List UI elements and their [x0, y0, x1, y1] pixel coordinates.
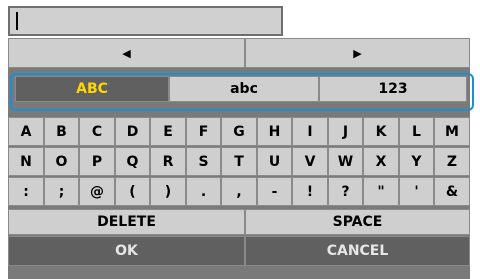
key-label: & — [445, 183, 459, 200]
key-label: , — [236, 183, 242, 200]
text-input-field[interactable] — [8, 6, 283, 36]
key-label: K — [375, 123, 387, 140]
key-0-2[interactable]: C — [79, 117, 115, 146]
key-label: Z — [446, 153, 458, 170]
key-label: ) — [164, 183, 172, 200]
left-arrow-button[interactable]: ◀ — [8, 38, 245, 68]
ok-button[interactable]: OK — [8, 236, 245, 266]
key-label: H — [268, 123, 281, 140]
key-0-8[interactable]: I — [292, 117, 328, 146]
key-label: ! — [306, 183, 314, 200]
cancel-label: CANCEL — [326, 243, 389, 259]
space-button[interactable]: SPACE — [245, 209, 470, 235]
ok-label: OK — [115, 243, 138, 259]
key-0-11[interactable]: L — [399, 117, 434, 146]
key-label: R — [162, 153, 174, 170]
key-label: ( — [129, 183, 136, 200]
key-1-10[interactable]: X — [363, 147, 399, 176]
key-1-9[interactable]: W — [328, 147, 363, 176]
key-label: ' — [414, 183, 419, 200]
key-1-0[interactable]: N — [8, 147, 44, 176]
key-2-7[interactable]: - — [257, 177, 292, 206]
key-label: G — [233, 123, 245, 140]
key-label: A — [20, 123, 32, 140]
key-0-1[interactable]: B — [44, 117, 79, 146]
key-label: N — [20, 153, 32, 170]
key-label: T — [234, 153, 244, 170]
right-arrow-button[interactable]: ▶ — [245, 38, 470, 68]
key-label: - — [271, 183, 278, 200]
key-label: M — [445, 123, 459, 140]
key-0-12[interactable]: M — [434, 117, 470, 146]
key-1-12[interactable]: Z — [434, 147, 470, 176]
key-2-8[interactable]: ! — [292, 177, 328, 206]
key-label: Q — [126, 153, 139, 170]
key-2-11[interactable]: ' — [399, 177, 434, 206]
delete-label: DELETE — [97, 214, 156, 230]
key-label: E — [163, 123, 173, 140]
key-0-0[interactable]: A — [8, 117, 44, 146]
key-label: P — [91, 153, 103, 170]
key-label: X — [375, 153, 387, 170]
key-0-9[interactable]: J — [328, 117, 363, 146]
key-label: L — [412, 123, 421, 140]
key-1-7[interactable]: U — [257, 147, 292, 176]
key-1-5[interactable]: S — [186, 147, 221, 176]
key-0-3[interactable]: D — [115, 117, 150, 146]
key-label: S — [198, 153, 209, 170]
key-1-4[interactable]: R — [150, 147, 186, 176]
key-label: " — [377, 183, 385, 200]
key-1-8[interactable]: V — [292, 147, 328, 176]
key-0-4[interactable]: E — [150, 117, 186, 146]
key-2-2[interactable]: @ — [79, 177, 115, 206]
key-label: V — [304, 153, 316, 170]
key-label: ? — [341, 183, 350, 200]
key-label: F — [198, 123, 209, 140]
key-label: Y — [411, 153, 422, 170]
key-label: : — [23, 183, 29, 200]
key-label: I — [307, 123, 313, 140]
key-0-7[interactable]: H — [257, 117, 292, 146]
key-label: O — [55, 153, 68, 170]
key-0-10[interactable]: K — [363, 117, 399, 146]
key-2-9[interactable]: ? — [328, 177, 363, 206]
key-0-5[interactable]: F — [186, 117, 221, 146]
key-label: @ — [90, 183, 104, 200]
key-1-1[interactable]: O — [44, 147, 79, 176]
key-1-3[interactable]: Q — [115, 147, 150, 176]
right-arrow-icon: ▶ — [353, 46, 362, 60]
key-label: . — [200, 183, 207, 200]
key-1-2[interactable]: P — [79, 147, 115, 176]
key-2-0[interactable]: : — [8, 177, 44, 206]
cancel-button[interactable]: CANCEL — [245, 236, 470, 266]
key-1-6[interactable]: T — [221, 147, 257, 176]
key-label: W — [337, 153, 354, 170]
key-label: U — [268, 153, 281, 170]
key-2-1[interactable]: ; — [44, 177, 79, 206]
key-2-12[interactable]: & — [434, 177, 470, 206]
text-caret — [16, 12, 18, 30]
left-arrow-icon: ◀ — [122, 46, 131, 60]
key-label: ; — [58, 183, 65, 200]
key-label: B — [56, 123, 67, 140]
key-2-4[interactable]: ) — [150, 177, 186, 206]
key-2-10[interactable]: " — [363, 177, 399, 206]
key-2-6[interactable]: , — [221, 177, 257, 206]
key-label: C — [91, 123, 103, 140]
delete-button[interactable]: DELETE — [8, 209, 245, 235]
key-label: J — [342, 123, 349, 140]
key-2-5[interactable]: . — [186, 177, 221, 206]
space-label: SPACE — [332, 214, 383, 230]
key-1-11[interactable]: Y — [399, 147, 434, 176]
key-2-3[interactable]: ( — [115, 177, 150, 206]
mode-selector-focus-frame — [10, 73, 474, 111]
key-0-6[interactable]: G — [221, 117, 257, 146]
key-label: D — [126, 123, 139, 140]
